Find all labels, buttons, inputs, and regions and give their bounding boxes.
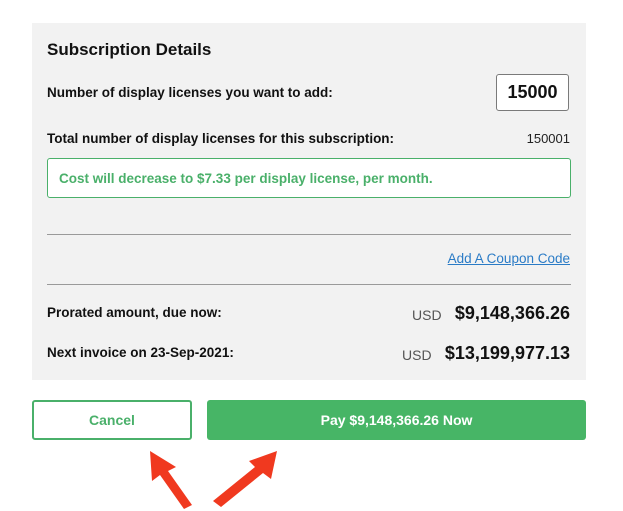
add-licenses-label: Number of display licenses you want to a…: [47, 85, 333, 100]
prorated-currency: USD: [412, 307, 442, 323]
next-invoice-amount-value: $13,199,977.13: [444, 343, 570, 363]
total-licenses-label: Total number of display licenses for thi…: [47, 131, 395, 146]
subscription-details-panel: Subscription Details Number of display l…: [32, 23, 586, 380]
cost-notice-text: Cost will decrease to $7.33 per display …: [59, 171, 433, 186]
next-invoice-currency: USD: [402, 347, 432, 363]
cancel-button[interactable]: Cancel: [32, 400, 192, 440]
arrow-icon: [213, 451, 277, 507]
section-title: Subscription Details: [47, 40, 212, 59]
divider: [47, 234, 571, 235]
prorated-amount-label: Prorated amount, due now:: [47, 305, 222, 320]
prorated-amount-value: $9,148,366.26: [454, 303, 570, 323]
next-invoice-label: Next invoice on 23-Sep-2021:: [47, 345, 234, 360]
arrow-icon: [150, 451, 192, 509]
pay-now-button[interactable]: Pay $9,148,366.26 Now: [207, 400, 586, 440]
divider: [47, 284, 571, 285]
license-quantity-input[interactable]: [496, 74, 569, 111]
total-licenses-value: 150001: [526, 131, 570, 146]
add-coupon-link[interactable]: Add A Coupon Code: [448, 251, 570, 266]
cost-notice-box: Cost will decrease to $7.33 per display …: [47, 158, 571, 198]
